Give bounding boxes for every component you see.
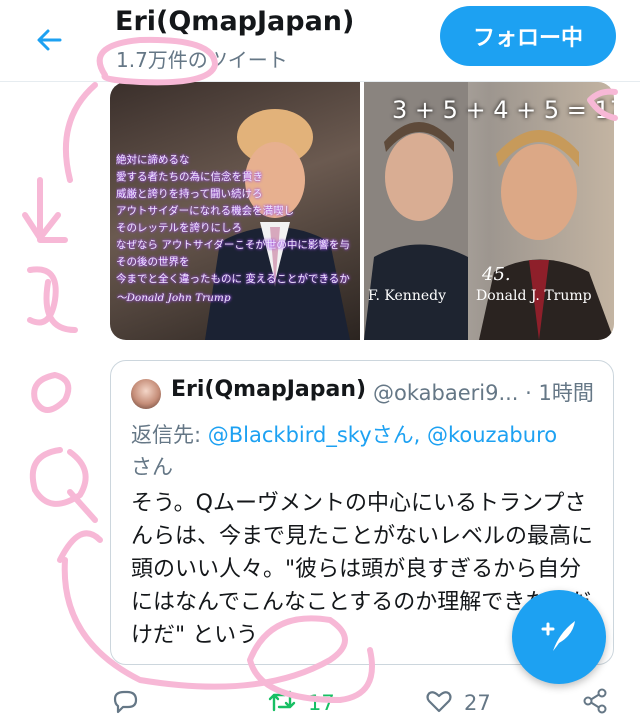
reply-mentions[interactable]: @Blackbird_skyさん, @kouzaburo (208, 423, 557, 447)
poem-text: 絶対に諦めるな 愛する者たちの為に信念を貫き 威厳と誇りを持って闘い続けろ アウ… (116, 152, 360, 307)
caption-number: 45. (482, 264, 511, 285)
reply-icon (110, 686, 140, 720)
header-tweet-count: 1.7万件のツイート (116, 48, 288, 72)
media-image-trump-quote[interactable]: 絶対に諦めるな 愛する者たちの為に信念を貫き 威厳と誇りを持って闘い続けろ アウ… (110, 82, 360, 340)
compose-button[interactable] (512, 590, 606, 684)
reply-suffix: さん (131, 455, 173, 479)
poem-line: アウトサイダーになれる機会を満喫し (116, 205, 295, 217)
poem-line: なぜなら アウトサイダーこそが世の中に影響を与 (116, 239, 350, 251)
avatar[interactable] (131, 379, 161, 409)
reply-context: 返信先: @Blackbird_skyさん, @kouzaburo さん (131, 419, 601, 483)
poem-line: 威厳と誇りを持って闘い続けろ (116, 188, 263, 200)
heart-icon (424, 686, 454, 720)
tweet-action-bar: 17 27 (0, 680, 640, 725)
quoted-display-name[interactable]: Eri(QmapJapan) (171, 377, 366, 402)
like-button[interactable]: 27 (424, 680, 491, 725)
compose-tweet-icon (537, 613, 581, 661)
poem-line: 絶対に諦めるな (116, 154, 190, 166)
retweet-count: 17 (308, 690, 335, 715)
header-display-name: Eri(QmapJapan) (115, 6, 355, 37)
caption-kennedy: F. Kennedy (368, 288, 446, 304)
number-sum-text: 3 + 5 + 4 + 5 = 17 (392, 96, 614, 124)
poem-line: そのレッテルを誇りにしろ (116, 222, 242, 234)
back-arrow-icon[interactable] (30, 20, 70, 60)
share-button[interactable] (580, 680, 610, 725)
poem-line: その後の世界を (116, 256, 190, 268)
retweet-icon (266, 686, 298, 720)
poem-line: 愛する者たちの為に信念を貫き (116, 171, 263, 183)
caption-trump: Donald J. Trump (476, 288, 592, 304)
retweet-button[interactable]: 17 (266, 680, 335, 725)
like-count: 27 (464, 690, 491, 715)
profile-header: Eri(QmapJapan) 1.7万件のツイート フォロー中 (0, 0, 640, 82)
media-image-kennedy-trump[interactable]: 3 + 5 + 4 + 5 = 17 F. Kennedy 45. Donald… (364, 82, 614, 340)
reply-prefix: 返信先: (131, 423, 208, 447)
reply-button[interactable] (110, 680, 140, 725)
following-button[interactable]: フォロー中 (440, 6, 616, 66)
poem-line: 今までと全く違ったものに 変えることができるか (116, 273, 350, 285)
poem-signature: ～Donald John Trump (116, 292, 231, 304)
quoted-handle-time: @okabaeri9... · 1時間 (373, 381, 594, 405)
share-icon (580, 686, 610, 720)
tweet-media[interactable]: 絶対に諦めるな 愛する者たちの為に信念を貫き 威厳と誇りを持って闘い続けろ アウ… (110, 82, 614, 340)
